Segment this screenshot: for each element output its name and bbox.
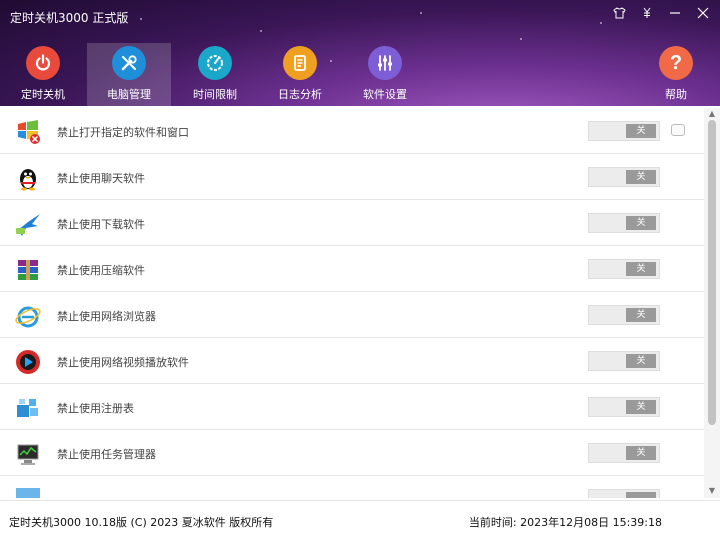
item-label: 禁止使用下载软件: [57, 218, 145, 231]
tab-label: 定时关机: [21, 88, 65, 101]
log-icon: [283, 46, 317, 80]
toggle-state: [626, 492, 656, 498]
window-title: 定时关机3000 正式版: [10, 11, 129, 25]
tab-shutdown[interactable]: 定时关机: [1, 43, 85, 106]
list-item-partial: [0, 476, 704, 498]
ie-browser-icon: [14, 302, 42, 330]
qq-penguin-icon: [14, 164, 42, 192]
tab-software-settings[interactable]: 软件设置: [343, 43, 427, 106]
list-item: 禁止使用聊天软件 关: [0, 154, 704, 200]
tab-label: 电脑管理: [107, 88, 151, 101]
toggle-state: 关: [626, 308, 656, 322]
scrollbar[interactable]: ▲ ▼: [704, 108, 720, 498]
current-time: 当前时间: 2023年12月08日 15:39:18: [469, 514, 662, 530]
toggle-switch[interactable]: [588, 489, 660, 498]
item-label: 禁止使用压缩软件: [57, 264, 145, 277]
close-icon[interactable]: [696, 6, 710, 20]
scroll-down-icon[interactable]: ▼: [707, 486, 717, 496]
time-label: 当前时间:: [468, 516, 517, 529]
toggle-state: 关: [626, 216, 656, 230]
item-label: 禁止使用网络浏览器: [57, 310, 156, 323]
list-item: 禁止使用任务管理器 关: [0, 430, 704, 476]
restriction-list: 禁止打开指定的软件和窗口 关 禁止使用聊天软件 关 禁止使用下载软件 关 禁止使…: [0, 108, 704, 498]
video-player-icon: [14, 348, 42, 376]
minimize-icon[interactable]: [668, 6, 682, 20]
skin-icon[interactable]: [612, 6, 626, 20]
tab-label: 日志分析: [278, 88, 322, 101]
task-manager-icon: [14, 440, 42, 468]
edit-list-button[interactable]: [671, 124, 685, 136]
help-button[interactable]: ? 帮助: [634, 43, 718, 106]
winrar-icon: [14, 256, 42, 284]
toggle-switch[interactable]: 关: [588, 397, 660, 417]
toggle-state: 关: [626, 124, 656, 138]
help-label: 帮助: [665, 88, 687, 101]
list-item: 禁止打开指定的软件和窗口 关: [0, 108, 704, 154]
tab-time-limit[interactable]: 时间限制: [173, 43, 257, 106]
toggle-switch[interactable]: 关: [588, 167, 660, 187]
tab-pc-management[interactable]: 电脑管理: [87, 43, 171, 106]
list-item: 禁止使用网络浏览器 关: [0, 292, 704, 338]
main-tabs: 定时关机 电脑管理 时间限制 日志分析 软件设置 ? 帮助: [0, 43, 720, 106]
tab-label: 时间限制: [193, 88, 237, 101]
header-banner: 定时关机3000 正式版 定时关机 电脑管理 时间限制 日志分析 软件设置 ? …: [0, 0, 720, 106]
window-controls: [612, 6, 710, 20]
power-icon: [26, 46, 60, 80]
list-item: 禁止使用下载软件 关: [0, 200, 704, 246]
toggle-switch[interactable]: 关: [588, 443, 660, 463]
toggle-switch[interactable]: 关: [588, 305, 660, 325]
toggle-switch[interactable]: 关: [588, 213, 660, 233]
item-label: 禁止使用任务管理器: [57, 448, 156, 461]
timer-icon: [198, 46, 232, 80]
tab-label: 软件设置: [363, 88, 407, 101]
copyright-text: 定时关机3000 10.18版 (C) 2023 夏冰软件 版权所有: [9, 516, 274, 529]
item-label: 禁止使用聊天软件: [57, 172, 145, 185]
scrollbar-thumb[interactable]: [708, 120, 716, 425]
list-item: 禁止使用网络视频播放软件 关: [0, 338, 704, 384]
item-label: 禁止使用注册表: [57, 402, 134, 415]
menu-icon[interactable]: [640, 6, 654, 20]
toggle-state: 关: [626, 400, 656, 414]
registry-icon: [14, 394, 42, 422]
tab-log-analysis[interactable]: 日志分析: [258, 43, 342, 106]
thunder-download-icon: [14, 210, 42, 238]
time-value: 2023年12月08日 15:39:18: [520, 516, 662, 529]
toggle-switch[interactable]: 关: [588, 121, 660, 141]
toggle-switch[interactable]: 关: [588, 351, 660, 371]
list-item: 禁止使用压缩软件 关: [0, 246, 704, 292]
tools-icon: [112, 46, 146, 80]
list-item: 禁止使用注册表 关: [0, 384, 704, 430]
item-label: 禁止使用网络视频播放软件: [57, 356, 189, 369]
toggle-state: 关: [626, 354, 656, 368]
scroll-up-icon[interactable]: ▲: [707, 109, 717, 119]
toggle-switch[interactable]: 关: [588, 259, 660, 279]
toggle-state: 关: [626, 262, 656, 276]
item-label: 禁止打开指定的软件和窗口: [57, 126, 189, 139]
question-icon: ?: [659, 46, 693, 80]
toggle-state: 关: [626, 170, 656, 184]
settings-icon: [368, 46, 402, 80]
status-bar: 定时关机3000 10.18版 (C) 2023 夏冰软件 版权所有 当前时间:…: [0, 500, 720, 536]
partial-app-icon: [14, 486, 42, 498]
toggle-state: 关: [626, 446, 656, 460]
windows-block-icon: [14, 118, 42, 146]
